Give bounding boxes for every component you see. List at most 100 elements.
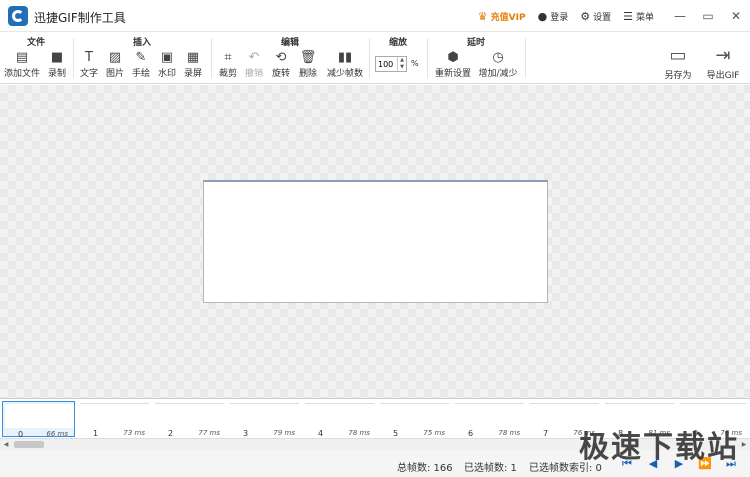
app-logo-icon — [8, 6, 28, 26]
insert-group: 插入 T 文字 ▨ 图片 ✎ 手绘 ▣ 水印 ▦ 录屏 — [74, 32, 210, 84]
frame-thumb-image — [455, 403, 524, 427]
zoom-group-title: 缩放 — [388, 38, 407, 48]
frame-index: 6 — [468, 429, 474, 438]
settings-button[interactable]: ⚙ 设置 — [580, 10, 611, 23]
rotate-button[interactable]: ⟲ 旋转 — [268, 50, 294, 79]
edit-group-title: 编辑 — [280, 38, 299, 48]
watermark-button[interactable]: ▣ 水印 — [154, 50, 180, 79]
minimize-button[interactable]: — — [666, 9, 694, 23]
frame-index: 0 — [18, 430, 24, 438]
menu-label: 菜单 — [635, 12, 654, 23]
scroll-right-button[interactable]: ▶ — [738, 439, 750, 450]
app-title: 迅捷GIF制作工具 — [34, 11, 126, 25]
zoom-input[interactable] — [376, 57, 398, 71]
rotate-label: 旋转 — [271, 69, 290, 79]
crop-button[interactable]: ⌗ 裁剪 — [215, 50, 241, 79]
text-button[interactable]: T 文字 — [76, 50, 102, 79]
hamburger-icon: ☰ — [623, 9, 633, 23]
rotate-icon: ⟲ — [275, 50, 287, 65]
frame-index: 5 — [393, 429, 399, 438]
frame-thumb-image — [305, 403, 374, 427]
gear-icon: ⚙ — [580, 9, 591, 23]
close-button[interactable]: ✕ — [722, 9, 750, 23]
frame-index: 7 — [543, 429, 549, 438]
undo-button[interactable]: ↶ 撤销 — [241, 50, 267, 79]
separator — [525, 38, 526, 78]
login-button[interactable]: ● 登录 — [538, 10, 569, 23]
frame-thumbnail[interactable]: 5 75 ms — [378, 401, 451, 438]
file-group-title: 文件 — [26, 38, 45, 48]
canvas-area — [0, 85, 750, 398]
reset-icon: ⬢ — [447, 50, 459, 65]
text-label: 文字 — [79, 69, 98, 79]
delay-group-title: 延时 — [466, 38, 485, 48]
delete-label: 删除 — [298, 69, 317, 79]
watermark-label: 水印 — [157, 69, 176, 79]
maximize-button[interactable]: ▭ — [694, 9, 722, 23]
insert-group-title: 插入 — [132, 38, 151, 48]
file-icon: ▤ — [15, 50, 29, 65]
frame-duration: 79 ms — [273, 429, 295, 437]
record-button[interactable]: ■ 录制 — [44, 50, 70, 79]
scrollbar-thumb[interactable] — [14, 441, 44, 448]
frame-thumb-image — [5, 404, 74, 428]
draw-button[interactable]: ✎ 手绘 — [128, 50, 154, 79]
reduce-frames-label: 减少帧数 — [326, 69, 363, 79]
draw-label: 手绘 — [131, 69, 150, 79]
vip-label: 充值VIP — [490, 12, 526, 23]
export-gif-button[interactable]: ⇥ 导出GIF — [702, 44, 744, 81]
screen-record-button[interactable]: ▦ 录屏 — [180, 50, 206, 79]
frame-thumb-image — [155, 403, 224, 427]
adjust-delay-button[interactable]: ◷ 增加/减少 — [476, 50, 520, 79]
frame-preview[interactable] — [203, 180, 548, 303]
frame-thumbnail[interactable]: 3 79 ms — [228, 401, 301, 438]
reset-delay-button[interactable]: ⬢ 重新设置 — [432, 50, 474, 79]
text-icon: T — [85, 50, 93, 65]
save-as-button[interactable]: ▭ 另存为 — [660, 44, 696, 81]
login-label: 登录 — [550, 12, 569, 23]
frame-thumb-image — [380, 403, 449, 427]
frame-duration: 75 ms — [423, 429, 445, 437]
frame-thumbnail[interactable]: 2 77 ms — [153, 401, 226, 438]
maximize-icon: ▭ — [702, 9, 714, 23]
title-bar-actions: ♛ 充值VIP ● 登录 ⚙ 设置 ☰ 菜单 — ▭ ✕ — [478, 0, 750, 32]
image-button[interactable]: ▨ 图片 — [102, 50, 128, 79]
delete-button[interactable]: 🗑 删除 — [295, 50, 321, 79]
trash-icon: 🗑 — [299, 50, 317, 65]
zoom-unit: % — [411, 59, 419, 68]
frame-thumbnail[interactable]: 6 78 ms — [453, 401, 526, 438]
add-file-label: 添加文件 — [3, 69, 40, 79]
zoom-spin-buttons[interactable]: ▲ ▼ — [397, 57, 406, 71]
edit-group: 编辑 ⌗ 裁剪 ↶ 撤销 ⟲ 旋转 🗑 删除 ▮▮ 减少帧数 — [212, 32, 368, 84]
reset-delay-label: 重新设置 — [434, 69, 471, 79]
pencil-icon: ✎ — [135, 50, 147, 65]
frame-duration: 78 ms — [348, 429, 370, 437]
clock-icon: ◷ — [492, 50, 504, 65]
frame-duration: 77 ms — [198, 429, 220, 437]
add-file-button[interactable]: ▤ 添加文件 — [2, 50, 42, 79]
zoom-stepper[interactable]: ▲▼ — [375, 56, 407, 72]
save-as-label: 另存为 — [664, 71, 692, 81]
chevron-right-icon: ▶ — [741, 441, 747, 448]
reduce-frames-icon: ▮▮ — [337, 50, 353, 65]
title-bar: 迅捷GIF制作工具 ♛ 充值VIP ● 登录 ⚙ 设置 ☰ 菜单 — ▭ ✕ — [0, 0, 750, 32]
record-label: 录制 — [47, 69, 66, 79]
frame-thumbnail[interactable]: 1 73 ms — [78, 401, 151, 438]
user-icon: ● — [537, 9, 548, 23]
frame-duration: 73 ms — [123, 429, 145, 437]
site-watermark: 极速下载站 — [579, 430, 739, 465]
frame-thumbnail[interactable]: 4 78 ms — [303, 401, 376, 438]
crown-icon: ♛ — [477, 9, 488, 23]
frame-thumbnail[interactable]: 0 66 ms — [2, 401, 75, 438]
image-icon: ▨ — [108, 50, 122, 65]
minimize-icon: — — [674, 9, 686, 23]
frame-index: 3 — [243, 429, 249, 438]
film-icon: ▦ — [186, 50, 200, 65]
scroll-left-button[interactable]: ◀ — [0, 439, 12, 450]
reduce-frames-button[interactable]: ▮▮ 减少帧数 — [324, 50, 366, 79]
menu-button[interactable]: ☰ 菜单 — [623, 10, 654, 23]
vip-button[interactable]: ♛ 充值VIP — [478, 10, 526, 23]
crop-label: 裁剪 — [218, 69, 237, 79]
selected-frames: 已选帧数: 1 — [464, 463, 517, 474]
frame-duration: 66 ms — [46, 430, 68, 438]
